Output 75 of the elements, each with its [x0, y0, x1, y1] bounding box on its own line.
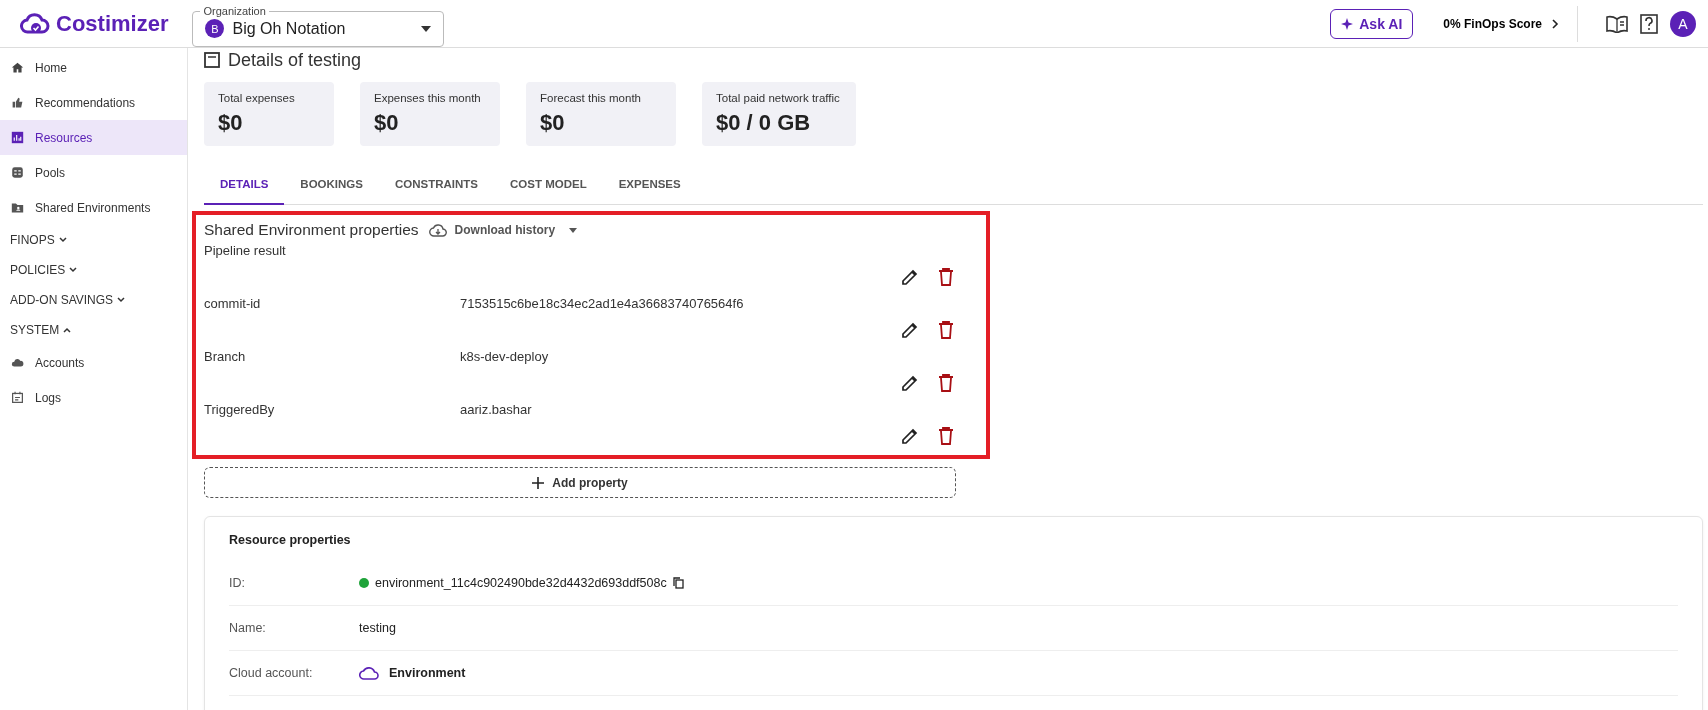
- sidebar-section[interactable]: SYSTEM: [0, 315, 187, 345]
- caret-icon: [569, 227, 578, 233]
- download-history-button[interactable]: Download history: [428, 223, 578, 237]
- stat-value: $0: [540, 110, 566, 136]
- stat-label: Total expenses: [218, 92, 296, 104]
- sidebar-section[interactable]: FINOPS: [0, 225, 187, 255]
- property-key: Branch: [204, 345, 460, 398]
- cloud-icon: [11, 356, 24, 369]
- property-key: Pipeline result: [204, 239, 460, 292]
- chevron-icon: [58, 237, 67, 243]
- stat-label: Total paid network traffic: [716, 92, 841, 104]
- sidebar-section[interactable]: POLICIES: [0, 255, 187, 285]
- delete-button[interactable]: [936, 319, 956, 341]
- thumbs-up-icon: [11, 96, 24, 109]
- property-value: environment_11c4c902490bde32d4432d693ddf508c: [375, 576, 667, 590]
- property-key: commit-id: [204, 292, 460, 345]
- logo-text: Costimizer: [56, 10, 169, 37]
- sidebar-item[interactable]: Home: [0, 50, 187, 85]
- tab[interactable]: COST MODEL: [494, 164, 603, 205]
- property-key: TriggeredBy: [204, 398, 460, 451]
- chevron-icon: [69, 267, 78, 273]
- stat-label: Forecast this month: [540, 92, 642, 104]
- help-icon[interactable]: [1640, 13, 1658, 34]
- calendar-icon: [11, 391, 24, 404]
- sidebar-item[interactable]: Logs: [0, 380, 187, 415]
- home-icon: [11, 61, 24, 74]
- tab[interactable]: BOOKINGS: [284, 164, 379, 205]
- chevron-icon: [1552, 18, 1559, 29]
- sidebar-item[interactable]: Resources: [0, 120, 187, 155]
- add-property-button[interactable]: Add property: [204, 467, 956, 498]
- sparkle-icon: [1341, 17, 1354, 30]
- property-value: Environment: [389, 666, 466, 680]
- stat-value: $0 / 0 GB: [716, 110, 812, 136]
- chevron-icon: [117, 297, 126, 303]
- stat-value: $0: [374, 110, 400, 136]
- dropdown-caret-icon: [421, 25, 432, 32]
- bar-chart-icon: [11, 131, 24, 144]
- property-value: 7153515c6be18c34ec2ad1e4a3668374076564f6: [460, 295, 745, 313]
- field-label: Organization: [200, 4, 269, 17]
- property-label: ID:: [229, 576, 246, 590]
- stat-label: Expenses this month: [374, 92, 482, 104]
- property-label: Name:: [229, 621, 267, 635]
- grid-icon: [11, 166, 24, 179]
- plus-icon: [532, 476, 545, 489]
- delete-button[interactable]: [936, 425, 956, 447]
- property-value: aariz.bashar: [460, 401, 533, 419]
- sidebar-item[interactable]: Shared Environments: [0, 190, 187, 225]
- card-title: Resource properties: [229, 533, 352, 547]
- user-avatar[interactable]: A: [1670, 10, 1696, 37]
- sidebar-item[interactable]: Recommendations: [0, 85, 187, 120]
- tab[interactable]: CONSTRAINTS: [378, 164, 495, 205]
- cloud-icon: [359, 666, 379, 680]
- sidebar-section[interactable]: ADD-ON SAVINGS: [0, 285, 187, 315]
- organization-name: Big Oh Notation: [232, 19, 347, 38]
- copy-icon[interactable]: [672, 577, 684, 589]
- sidebar-item[interactable]: Pools: [0, 155, 187, 190]
- document-icon: [204, 52, 220, 68]
- cloud-download-icon: [428, 223, 447, 237]
- book-icon[interactable]: [1606, 14, 1628, 33]
- delete-button[interactable]: [936, 372, 956, 394]
- folder-icon: [11, 201, 24, 214]
- section-title: Shared Environment properties: [204, 221, 419, 239]
- property-label: Cloud account:: [229, 666, 314, 680]
- tab[interactable]: DETAILS: [204, 164, 285, 205]
- property-value: k8s-dev-deploy: [460, 348, 550, 366]
- tab[interactable]: EXPENSES: [602, 164, 697, 205]
- organization-avatar: B: [205, 19, 225, 38]
- stat-value: $0: [218, 110, 244, 136]
- ask-ai-button[interactable]: Ask AI: [1330, 8, 1414, 39]
- delete-button[interactable]: [936, 266, 956, 288]
- sidebar-item[interactable]: Accounts: [0, 345, 187, 380]
- chevron-icon: [63, 327, 72, 333]
- property-value: testing: [359, 621, 396, 635]
- finops-score-button[interactable]: 0% FinOps Score: [1425, 5, 1578, 42]
- page-title: Details of testing: [228, 49, 362, 71]
